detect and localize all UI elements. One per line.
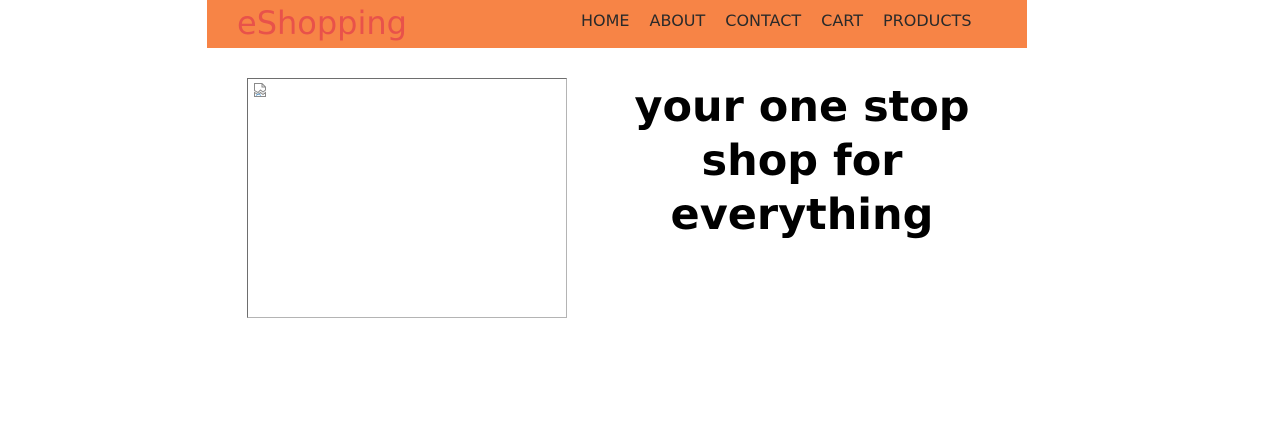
nav-item-about: ABOUT: [650, 11, 706, 30]
hero-image: [247, 78, 567, 318]
nav-link-cart[interactable]: CART: [821, 11, 863, 30]
broken-image-icon: [254, 83, 266, 97]
navbar: eShopping HOME ABOUT CONTACT CART PRODUC…: [207, 0, 1027, 48]
hero-tagline: your one stop shop for everything: [634, 82, 970, 240]
nav-menu: HOME ABOUT CONTACT CART PRODUCTS: [581, 0, 971, 40]
nav-item-contact: CONTACT: [725, 11, 801, 30]
nav-item-cart: CART: [821, 11, 863, 30]
nav-item-home: HOME: [581, 11, 630, 30]
nav-link-about[interactable]: ABOUT: [650, 11, 706, 30]
nav-link-products[interactable]: PRODUCTS: [883, 11, 972, 30]
nav-item-products: PRODUCTS: [883, 11, 972, 30]
brand-logo[interactable]: eShopping: [237, 3, 407, 43]
nav-link-home[interactable]: HOME: [581, 11, 630, 30]
nav-link-contact[interactable]: CONTACT: [725, 11, 801, 30]
